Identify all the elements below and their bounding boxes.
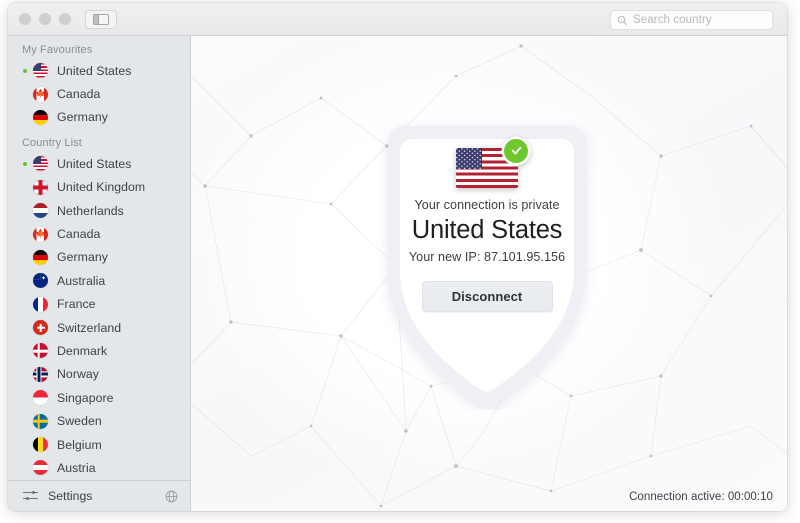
- sidebar-item-label: Germany: [57, 110, 108, 125]
- sidebar-item-united-states[interactable]: United States: [8, 152, 190, 175]
- sidebar-item-label: Australia: [57, 273, 106, 288]
- sidebar-item-label: Belgium: [57, 437, 102, 452]
- close-button-icon[interactable]: [19, 13, 31, 25]
- sidebar-item-label: United States: [57, 156, 132, 171]
- search-field[interactable]: Search country: [610, 10, 773, 30]
- sidebar-item-netherlands[interactable]: Netherlands: [8, 199, 190, 222]
- app-root: Search country My Favourites United State…: [0, 0, 800, 523]
- sidebar-toggle-button[interactable]: [85, 9, 117, 29]
- sidebar-section-header: Country List: [22, 137, 82, 150]
- sidebar-item-germany[interactable]: Germany: [8, 106, 190, 129]
- france-flag-icon: [33, 296, 48, 312]
- canada-flag-icon: [33, 86, 48, 102]
- netherlands-flag-icon: [33, 203, 48, 219]
- sidebar-item-france[interactable]: France: [8, 293, 190, 316]
- window-traffic-lights: [19, 13, 71, 25]
- sidebar-item-switzerland[interactable]: Switzerland: [8, 316, 190, 339]
- connection-timer-status: Connection active: 00:00:10: [629, 491, 773, 503]
- globe-icon[interactable]: [165, 490, 178, 503]
- sidebar-item-united-kingdom[interactable]: United Kingdom: [8, 176, 190, 199]
- sidebar-item-canada[interactable]: Canada: [8, 222, 190, 245]
- sidebar-toggle-icon: [93, 13, 109, 25]
- window-body: My Favourites United States Canada Germany C…: [8, 36, 787, 511]
- titlebar-left: [8, 9, 117, 29]
- zoom-button-icon[interactable]: [59, 13, 71, 25]
- connection-shield: Your connection is private United States…: [360, 120, 614, 410]
- app-window: Search country My Favourites United State…: [8, 3, 787, 511]
- canada-flag-icon: [33, 226, 48, 242]
- sweden-flag-icon: [33, 413, 48, 429]
- sidebar-item-label: Norway: [57, 367, 99, 382]
- norway-flag-icon: [33, 366, 48, 382]
- sidebar-section-header: My Favourites: [22, 44, 93, 56]
- sliders-icon: [23, 490, 38, 502]
- sidebar-item-label: Canada: [57, 87, 101, 102]
- germany-flag-icon: [33, 109, 48, 125]
- united-states-flag-icon: [33, 63, 48, 79]
- new-ip-text: Your new IP: 87.101.95.156: [408, 249, 566, 264]
- shield-content: Your connection is private United States…: [360, 138, 614, 312]
- sidebar-item-label: United States: [57, 63, 132, 78]
- sidebar-item-label: Austria: [57, 460, 96, 475]
- sidebar-item-label: France: [57, 297, 96, 312]
- sidebar-item-austria[interactable]: Austria: [8, 456, 190, 479]
- australia-flag-icon: [33, 273, 48, 289]
- switzerland-flag-icon: [33, 320, 48, 336]
- settings-label: Settings: [48, 489, 93, 503]
- sidebar-item-settings[interactable]: Settings: [8, 480, 191, 511]
- sidebar-item-belgium[interactable]: Belgium: [8, 433, 190, 456]
- us-flag-icon: [456, 138, 528, 188]
- connection-status-text: Your connection is private: [414, 197, 560, 212]
- check-badge-icon: [504, 138, 528, 163]
- search-placeholder: Search country: [633, 14, 712, 26]
- sidebar-item-united-states[interactable]: United States: [8, 59, 190, 82]
- sidebar-item-label: United Kingdom: [57, 180, 146, 195]
- connected-status-dot: [23, 161, 27, 166]
- sidebar: My Favourites United States Canada Germany C…: [8, 36, 191, 511]
- sidebar-item-label: Canada: [57, 227, 101, 242]
- united-states-flag-icon: [33, 156, 48, 172]
- sidebar-item-sweden[interactable]: Sweden: [8, 409, 190, 432]
- sidebar-item-australia[interactable]: Australia: [8, 269, 190, 292]
- sidebar-item-label: Netherlands: [57, 203, 124, 218]
- sidebar-item-label: Sweden: [57, 414, 102, 429]
- titlebar: Search country: [8, 3, 787, 36]
- disconnect-button[interactable]: Disconnect: [421, 280, 553, 312]
- united-kingdom-flag-icon: [33, 179, 48, 195]
- sidebar-item-norway[interactable]: Norway: [8, 363, 190, 386]
- main-content: Your connection is private United States…: [191, 36, 787, 511]
- sidebar-item-singapore[interactable]: Singapore: [8, 386, 190, 409]
- sidebar-item-denmark[interactable]: Denmark: [8, 339, 190, 362]
- connected-status-dot: [23, 68, 27, 73]
- belgium-flag-icon: [33, 437, 48, 453]
- sidebar-item-label: Singapore: [57, 390, 114, 405]
- austria-flag-icon: [33, 460, 48, 476]
- sidebar-item-germany[interactable]: Germany: [8, 246, 190, 269]
- sidebar-item-label: Switzerland: [57, 320, 122, 335]
- sidebar-item-label: Denmark: [57, 343, 108, 358]
- germany-flag-icon: [33, 249, 48, 265]
- sidebar-item-label: Germany: [57, 250, 108, 265]
- sidebar-list[interactable]: My Favourites United States Canada Germany C…: [8, 36, 190, 480]
- flag-canton: [456, 147, 482, 169]
- singapore-flag-icon: [33, 390, 48, 406]
- search-icon: [617, 15, 628, 25]
- connected-country-name: United States: [411, 215, 563, 244]
- sidebar-item-canada[interactable]: Canada: [8, 82, 190, 105]
- denmark-flag-icon: [33, 343, 48, 359]
- minimize-button-icon[interactable]: [39, 13, 51, 25]
